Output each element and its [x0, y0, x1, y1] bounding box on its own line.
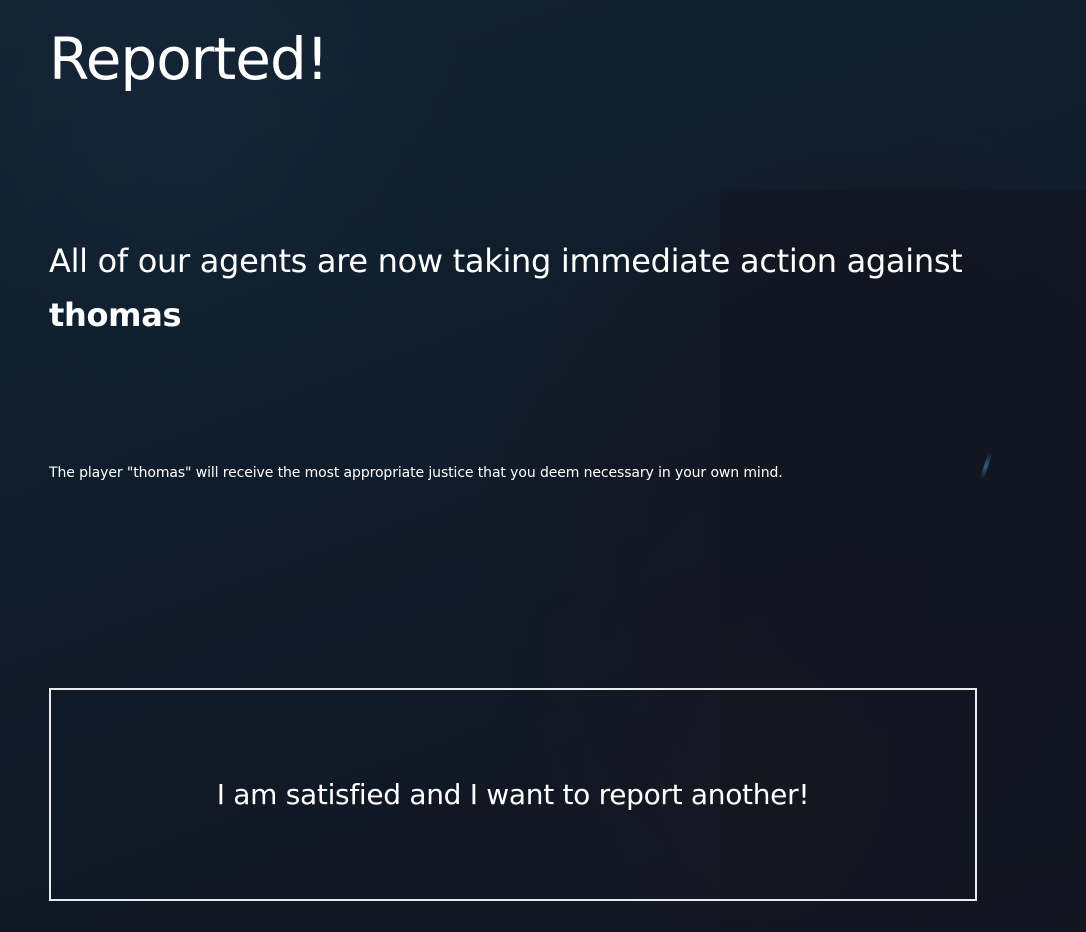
- reported-player-name: thomas: [49, 296, 182, 334]
- report-another-button[interactable]: I am satisfied and I want to report anot…: [49, 688, 977, 901]
- page-title: Reported!: [49, 25, 329, 93]
- report-confirmation: Reported! All of our agents are now taki…: [49, 0, 1009, 932]
- action-message: All of our agents are now taking immedia…: [49, 234, 1009, 342]
- justice-detail: The player "thomas" will receive the mos…: [49, 465, 783, 481]
- action-message-text: All of our agents are now taking immedia…: [49, 242, 963, 280]
